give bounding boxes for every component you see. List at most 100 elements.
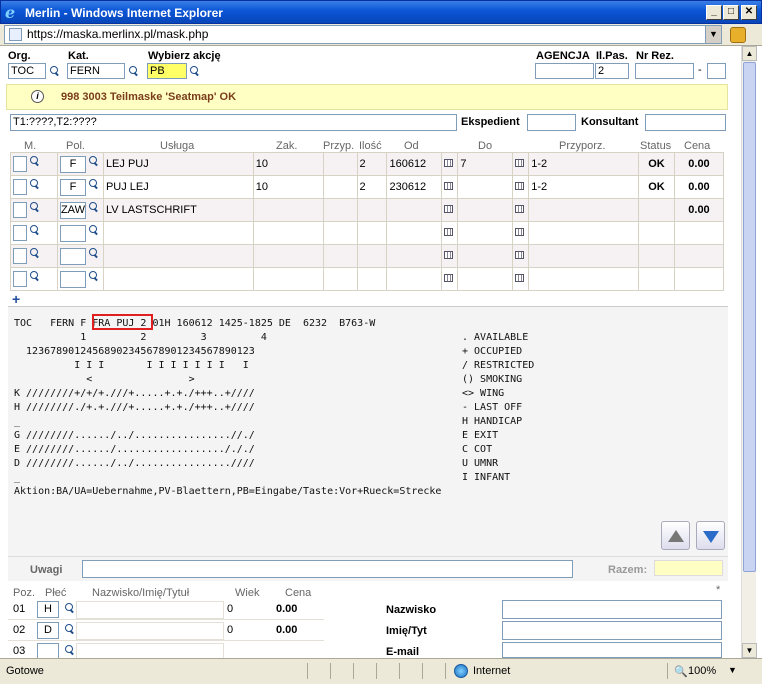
pol-search-icon[interactable] [89, 155, 99, 166]
od-field[interactable]: 230612 [389, 181, 426, 193]
org-input[interactable]: TOC [8, 63, 46, 79]
pol-search-icon[interactable] [89, 224, 99, 235]
scroll-down-button[interactable] [696, 521, 725, 550]
m-search-icon[interactable] [30, 201, 40, 212]
usluga-field[interactable]: LV LASTSCHRIFT [106, 204, 197, 216]
wiek-field[interactable]: 0 [227, 624, 233, 636]
akcja-input[interactable]: PB [147, 63, 187, 79]
zoom-icon[interactable]: 🔍 [674, 665, 688, 678]
status-field: OK [648, 158, 665, 170]
do-calendar-icon[interactable] [515, 182, 525, 190]
plec-input[interactable]: H [37, 601, 59, 618]
m-search-icon[interactable] [30, 270, 40, 281]
od-calendar-icon[interactable] [444, 251, 454, 259]
zak-field[interactable]: 10 [256, 181, 268, 193]
service-checkbox[interactable] [13, 248, 27, 264]
ilpas-input[interactable]: 2 [595, 63, 629, 79]
nazwisko-field[interactable] [76, 601, 224, 619]
scrollbar-down-arrow-icon[interactable]: ▼ [742, 643, 757, 658]
legend-item: C COT [462, 444, 493, 455]
zoom-dropdown-icon[interactable]: ▼ [728, 665, 737, 675]
do-calendar-icon[interactable] [515, 228, 525, 236]
przyporz-field[interactable]: 1-2 [531, 181, 547, 193]
usluga-field[interactable]: LEJ PUJ [106, 158, 149, 170]
nrrez-suffix-input[interactable] [707, 63, 726, 79]
m-search-icon[interactable] [30, 247, 40, 258]
agencja-input[interactable] [535, 63, 594, 79]
zoom-level[interactable]: 100% [688, 665, 716, 677]
service-checkbox[interactable] [13, 271, 27, 287]
service-checkbox[interactable] [13, 179, 27, 195]
org-search-icon[interactable] [50, 66, 60, 76]
scrollbar-up-arrow-icon[interactable]: ▲ [742, 46, 757, 61]
plec-search-icon[interactable] [65, 603, 75, 613]
service-checkbox[interactable] [13, 225, 27, 241]
tline-input[interactable]: T1:????,T2:???? [10, 114, 457, 131]
do-field[interactable]: 7 [460, 158, 466, 170]
od-field[interactable]: 160612 [389, 158, 426, 170]
pol-input[interactable]: ZAW [59, 201, 86, 219]
do-calendar-icon[interactable] [515, 274, 525, 282]
od-calendar-icon[interactable] [444, 182, 454, 190]
seatmap-line: H ////////./+.+.///+.....+.+./+++..+//// [14, 402, 255, 413]
od-calendar-icon[interactable] [444, 274, 454, 282]
nazwisko-field[interactable] [76, 643, 224, 658]
ekspedient-input[interactable] [527, 114, 576, 131]
url-input[interactable]: https://maska.merlinx.pl/mask.php ▼ [4, 25, 722, 44]
address-bar: https://maska.merlinx.pl/mask.php ▼ [0, 24, 762, 46]
pol-input[interactable]: F [59, 178, 86, 196]
usluga-field[interactable]: PUJ LEJ [106, 181, 149, 193]
close-button[interactable]: ✕ [741, 5, 757, 20]
nazwisko-field[interactable] [76, 622, 224, 640]
ilosc-field[interactable]: 2 [360, 181, 366, 193]
uwagi-input[interactable] [82, 560, 573, 578]
passenger-row: 02 D 0 0.00 [8, 620, 324, 641]
add-service-button[interactable]: + [12, 291, 20, 307]
akcja-search-icon[interactable] [190, 66, 200, 76]
pol-input[interactable] [59, 224, 86, 242]
zak-field[interactable]: 10 [256, 158, 268, 170]
od-calendar-icon[interactable] [444, 159, 454, 167]
scroll-up-button[interactable] [661, 521, 690, 550]
pol-search-icon[interactable] [89, 201, 99, 212]
m-search-icon[interactable] [30, 155, 40, 166]
od-calendar-icon[interactable] [444, 228, 454, 236]
pol-search-icon[interactable] [89, 247, 99, 258]
col-ilosc: Ilość [359, 140, 382, 152]
lock-icon[interactable] [730, 27, 746, 43]
pol-search-icon[interactable] [89, 270, 99, 281]
nazwisko-input[interactable] [502, 600, 722, 619]
przyporz-field[interactable]: 1-2 [531, 158, 547, 170]
do-calendar-icon[interactable] [515, 205, 525, 213]
kat-search-icon[interactable] [129, 66, 139, 76]
plec-input[interactable] [37, 643, 59, 658]
service-checkbox[interactable] [13, 156, 27, 172]
pol-input[interactable] [59, 247, 86, 265]
minimize-button[interactable]: _ [706, 5, 722, 20]
do-calendar-icon[interactable] [515, 159, 525, 167]
wiek-field[interactable]: 0 [227, 603, 233, 615]
email-input[interactable] [502, 642, 722, 658]
plec-search-icon[interactable] [65, 645, 75, 655]
service-checkbox[interactable] [13, 202, 27, 218]
plec-input[interactable]: D [37, 622, 59, 639]
vertical-scrollbar[interactable]: ▲ ▼ [741, 46, 757, 658]
kat-input[interactable]: FERN [67, 63, 125, 79]
m-search-icon[interactable] [30, 224, 40, 235]
do-calendar-icon[interactable] [515, 251, 525, 259]
konsultant-input[interactable] [645, 114, 726, 131]
maximize-button[interactable]: □ [723, 5, 739, 20]
pax-col-poz: Poz. [13, 587, 36, 599]
nrrez-input[interactable] [635, 63, 694, 79]
imie-input[interactable] [502, 621, 722, 640]
od-calendar-icon[interactable] [444, 205, 454, 213]
m-search-icon[interactable] [30, 178, 40, 189]
ilosc-field[interactable]: 2 [360, 158, 366, 170]
plec-search-icon[interactable] [65, 624, 75, 634]
pol-input[interactable]: F [59, 155, 86, 173]
scrollbar-thumb[interactable] [743, 62, 756, 572]
url-dropdown-button[interactable]: ▼ [705, 26, 721, 43]
pol-input[interactable] [59, 270, 86, 288]
pol-search-icon[interactable] [89, 178, 99, 189]
passenger-row: 03 [8, 641, 324, 658]
